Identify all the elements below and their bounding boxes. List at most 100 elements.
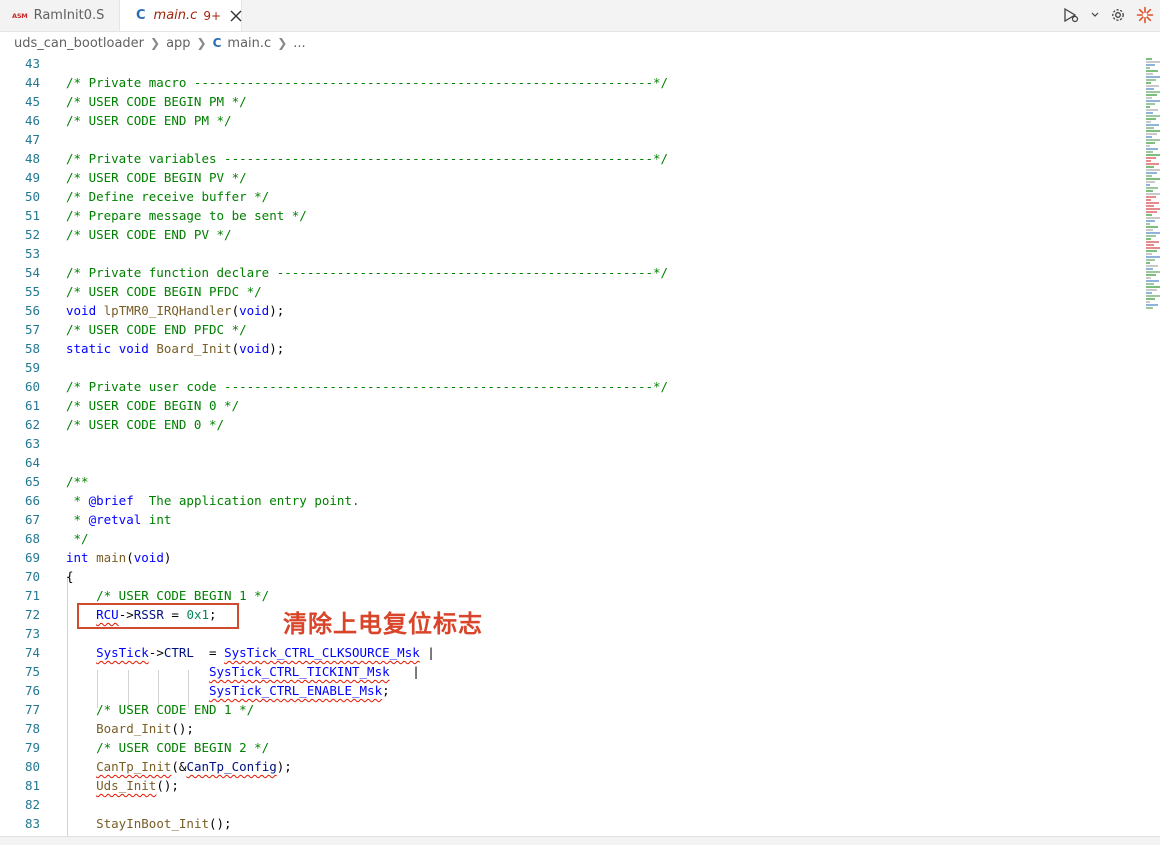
minimap-line <box>1146 301 1150 303</box>
code-editor[interactable]: 43 44 /* Private macro -------------------… <box>0 54 1140 836</box>
code-line[interactable]: 66 * @brief The application entry point. <box>0 491 1140 510</box>
gear-icon[interactable] <box>1110 7 1126 23</box>
line-number: 73 <box>24 626 40 641</box>
code-line[interactable]: 69 int main(void) <box>0 548 1140 567</box>
line-number: 82 <box>24 797 40 812</box>
code-token: lpTMR0_IRQHandler <box>103 303 232 318</box>
minimap-line <box>1146 205 1154 207</box>
code-line[interactable]: 50 /* Define receive buffer */ <box>0 187 1140 206</box>
minimap-line <box>1146 211 1157 213</box>
code-line[interactable]: 49 /* USER CODE BEGIN PV */ <box>0 168 1140 187</box>
minimap[interactable] <box>1140 54 1160 314</box>
code-line[interactable]: 59 <box>0 358 1140 377</box>
code-line[interactable]: 81 Uds_Init(); <box>0 776 1140 795</box>
code-line[interactable]: 77 /* USER CODE END 1 */ <box>0 700 1140 719</box>
code-line[interactable]: 43 <box>0 54 1140 73</box>
breadcrumb-item-folder[interactable]: uds_can_bootloader <box>14 36 144 51</box>
minimap-line <box>1146 169 1160 171</box>
code-line[interactable]: 60 /* Private user code -----------------… <box>0 377 1140 396</box>
minimap-line <box>1146 94 1157 96</box>
code-line[interactable]: 57 /* USER CODE END PFDC */ <box>0 320 1140 339</box>
code-text: /* USER CODE BEGIN PFDC */ <box>66 282 262 301</box>
code-line[interactable]: 70 { <box>0 567 1140 586</box>
code-line[interactable]: 79 /* USER CODE BEGIN 2 */ <box>0 738 1140 757</box>
minimap-line <box>1146 304 1158 306</box>
code-line[interactable]: 76 SysTick_CTRL_ENABLE_Msk; <box>0 681 1140 700</box>
code-text: /* USER CODE BEGIN PV */ <box>66 168 247 187</box>
code-line[interactable]: 65 /** <box>0 472 1140 491</box>
code-line[interactable]: 52 /* USER CODE END PV */ <box>0 225 1140 244</box>
code-line[interactable]: 53 <box>0 244 1140 263</box>
code-token: int <box>66 550 89 565</box>
code-token: void <box>133 550 164 565</box>
code-line[interactable]: 56 void lpTMR0_IRQHandler(void); <box>0 301 1140 320</box>
code-line[interactable]: 62 /* USER CODE END 0 */ <box>0 415 1140 434</box>
code-token-error: CanTp_Config <box>186 759 277 774</box>
breadcrumb-item-symbols[interactable]: ... <box>293 36 305 51</box>
minimap-line <box>1146 295 1160 297</box>
code-line[interactable]: 55 /* USER CODE BEGIN PFDC */ <box>0 282 1140 301</box>
code-line[interactable]: 64 <box>0 453 1140 472</box>
code-token: ) <box>163 550 172 565</box>
minimap-line <box>1146 181 1155 183</box>
minimap-line <box>1146 214 1152 216</box>
line-number: 64 <box>24 455 40 470</box>
code-text: StayInBoot_Init(); <box>66 814 231 833</box>
minimap-line <box>1146 151 1153 153</box>
code-line[interactable]: 75 SysTick_CTRL_TICKINT_Msk | <box>0 662 1140 681</box>
code-line[interactable]: 68 */ <box>0 529 1140 548</box>
code-text: SysTick_CTRL_TICKINT_Msk | <box>66 662 420 681</box>
line-number: 77 <box>24 702 40 717</box>
code-line[interactable]: 83 StayInBoot_Init(); <box>0 814 1140 833</box>
tab-label: main.c <box>153 8 198 23</box>
code-text: * @brief The application entry point. <box>66 491 360 510</box>
code-line[interactable]: 46 /* USER CODE END PM */ <box>0 111 1140 130</box>
code-text: Board_Init(); <box>66 719 194 738</box>
line-number: 57 <box>24 322 40 337</box>
editor-actions <box>1062 4 1154 26</box>
minimap-line <box>1146 232 1160 234</box>
breadcrumb-item-app[interactable]: app <box>166 36 190 51</box>
line-number: 43 <box>24 56 40 71</box>
code-token: (& <box>171 759 187 774</box>
code-line[interactable]: 51 /* Prepare message to be sent */ <box>0 206 1140 225</box>
code-line[interactable]: 61 /* USER CODE BEGIN 0 */ <box>0 396 1140 415</box>
code-token: /** <box>66 474 89 489</box>
code-line[interactable]: 44 /* Private macro ---------------------… <box>0 73 1140 92</box>
code-line[interactable]: 74 SysTick->CTRL = SysTick_CTRL_CLKSOURC… <box>0 643 1140 662</box>
minimap-line <box>1146 193 1160 195</box>
minimap-line <box>1146 178 1160 180</box>
close-icon[interactable] <box>229 9 243 23</box>
code-line[interactable]: 82 <box>0 795 1140 814</box>
run-debug-icon[interactable] <box>1062 7 1080 23</box>
code-text: /* USER CODE END PV */ <box>66 225 232 244</box>
code-token: /* Private variables -------------------… <box>66 151 669 166</box>
code-line[interactable]: 45 /* USER CODE BEGIN PM */ <box>0 92 1140 111</box>
code-token: * <box>66 493 89 508</box>
minimap-line <box>1146 118 1156 120</box>
line-number: 72 <box>24 607 40 622</box>
code-token: /* USER CODE BEGIN PV */ <box>66 170 247 185</box>
tab-main-c[interactable]: C main.c 9+ <box>120 0 242 31</box>
code-line[interactable]: 54 /* Private function declare ----------… <box>0 263 1140 282</box>
code-text: /* Private macro -----------------------… <box>66 73 668 92</box>
line-number: 69 <box>24 550 40 565</box>
breadcrumb-item-file[interactable]: main.c <box>227 36 271 51</box>
code-token: @brief <box>88 493 134 508</box>
code-line[interactable]: 67 * @retval int <box>0 510 1140 529</box>
chevron-down-icon[interactable] <box>1090 10 1100 20</box>
code-line[interactable]: 78 Board_Init(); <box>0 719 1140 738</box>
code-line[interactable]: 48 /* Private variables -----------------… <box>0 149 1140 168</box>
copilot-icon[interactable] <box>1136 6 1154 24</box>
code-line[interactable]: 47 <box>0 130 1140 149</box>
code-token: void <box>66 303 97 318</box>
code-line[interactable]: 63 <box>0 434 1140 453</box>
code-line[interactable]: 58 static void Board_Init(void); <box>0 339 1140 358</box>
line-number: 50 <box>24 189 40 204</box>
code-line[interactable]: 80 CanTp_Init(&CanTp_Config); <box>0 757 1140 776</box>
code-token: void <box>239 303 270 318</box>
code-token: /* USER CODE END PFDC */ <box>66 322 247 337</box>
tab-raminit[interactable]: ASM RamInit0.S <box>0 0 120 31</box>
minimap-line <box>1146 115 1160 117</box>
minimap-line <box>1146 187 1158 189</box>
